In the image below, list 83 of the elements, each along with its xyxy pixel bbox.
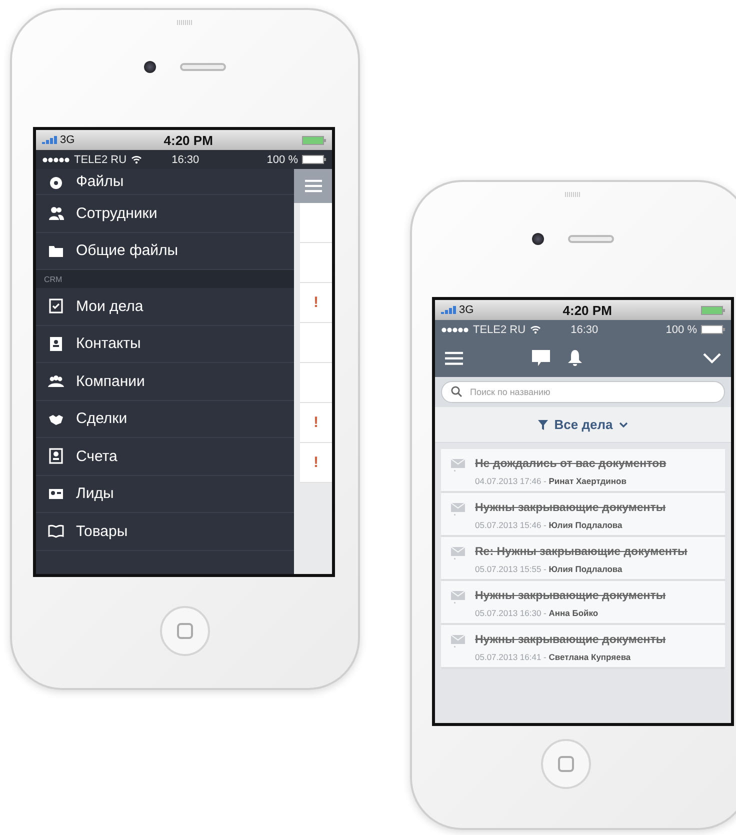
wifi-icon [530, 325, 541, 334]
list-row[interactable] [300, 243, 332, 283]
carrier-label: TELE2 RU [473, 324, 526, 336]
home-button[interactable] [160, 606, 210, 656]
list-row[interactable]: ! [300, 443, 332, 483]
menu-item[interactable]: Файлы [36, 169, 294, 195]
status-time: 16:30 [570, 324, 600, 336]
task-card[interactable]: Нужны закрывающие документы 05.07.2013 15:46 - Юлия Подлалова [441, 493, 725, 537]
battery-icon [302, 155, 326, 164]
wifi-icon [130, 155, 142, 164]
menu-item[interactable]: Счета [36, 438, 294, 476]
task-title: Не дождались от вас документов [475, 457, 666, 472]
book-icon [48, 523, 64, 540]
task-title: Нужны закрывающие документы [475, 501, 666, 516]
task-title: Re: Нужны закрывающие документы [475, 545, 688, 560]
battery-icon [302, 136, 326, 144]
earpiece [568, 235, 614, 243]
envelope-icon [451, 546, 465, 560]
chat-icon[interactable] [532, 350, 550, 366]
envelope-icon [451, 458, 465, 472]
task-card[interactable]: Re: Нужны закрывающие документы 05.07.2013 15:55 - Юлия Подлалова [441, 537, 725, 581]
task-title: Нужны закрывающие документы [475, 589, 666, 604]
alert-mark: ! [314, 294, 318, 311]
checklist-icon [48, 298, 64, 314]
alert-mark: ! [314, 454, 318, 471]
task-meta: 04.07.2013 17:46 - Ринат Хаертдинов [475, 476, 628, 486]
status-time: 4:20 PM [562, 302, 613, 318]
signal-icon [441, 306, 456, 314]
task-title: Нужны закрывающие документы [475, 633, 666, 648]
list-row[interactable]: ! [300, 403, 332, 443]
search-icon [451, 386, 462, 397]
list-row[interactable]: ! [300, 283, 332, 323]
status-time: 16:30 [172, 154, 200, 166]
people-icon [48, 205, 64, 222]
envelope-icon [451, 590, 465, 604]
network-label: 3G [459, 304, 474, 316]
filter-dropdown[interactable]: Все дела [534, 415, 632, 434]
envelope-icon [451, 634, 465, 648]
bell-icon[interactable] [568, 350, 582, 366]
menu-item[interactable]: Мои дела [36, 288, 294, 326]
section-header: CRM [36, 270, 294, 288]
battery-label: 100 % [266, 154, 298, 166]
home-button[interactable] [541, 739, 591, 789]
contact-card-icon [48, 336, 64, 352]
chevron-down-icon[interactable] [702, 352, 721, 364]
envelope-icon [451, 502, 465, 516]
network-label: 3G [60, 134, 75, 146]
menu-item[interactable]: Лиды [36, 476, 294, 513]
task-meta: 05.07.2013 15:46 - Юлия Подлалова [475, 520, 624, 530]
task-meta: 05.07.2013 16:41 - Светлана Купряева [475, 652, 632, 662]
caret-icon [618, 422, 628, 428]
search-field[interactable]: Поиск по названию [441, 381, 725, 403]
carrier-label: TELE2 RU [74, 154, 127, 166]
funnel-icon [538, 420, 548, 430]
menu-item[interactable]: Сделки [36, 400, 294, 438]
speaker-grille [565, 192, 581, 197]
menu-item[interactable]: Контакты [36, 326, 294, 363]
list-row[interactable] [300, 323, 332, 363]
menu-icon[interactable] [304, 179, 322, 193]
menu-item[interactable]: Компании [36, 363, 294, 400]
battery-label: 100 % [666, 324, 697, 336]
camera [532, 233, 544, 245]
earpiece [180, 63, 226, 71]
battery-icon [701, 306, 725, 314]
list-row[interactable] [300, 203, 332, 243]
document-icon [48, 448, 64, 464]
task-meta: 05.07.2013 16:30 - Анна Бойко [475, 608, 600, 618]
alert-mark: ! [314, 414, 318, 431]
task-meta: 05.07.2013 15:55 - Юлия Подлалова [475, 564, 624, 574]
battery-icon [701, 325, 725, 334]
task-card[interactable]: Не дождались от вас документов 04.07.2013 17:46 - Ринат Хаертдинов [441, 449, 725, 493]
task-card[interactable]: Нужны закрывающие документы 05.07.2013 16:30 - Анна Бойко [441, 581, 725, 625]
signal-dots-icon [441, 326, 469, 332]
signal-dots-icon [42, 156, 70, 162]
status-time: 4:20 PM [162, 132, 214, 148]
menu-item[interactable]: Сотрудники [36, 195, 294, 232]
menu-icon[interactable] [445, 350, 463, 366]
list-row[interactable] [300, 363, 332, 403]
speaker-grille [177, 20, 193, 25]
signal-icon [42, 136, 57, 144]
group-icon [48, 373, 64, 390]
task-card[interactable]: Нужны закрывающие документы 05.07.2013 16:41 - Светлана Купряева [441, 625, 725, 669]
camera [144, 61, 156, 73]
